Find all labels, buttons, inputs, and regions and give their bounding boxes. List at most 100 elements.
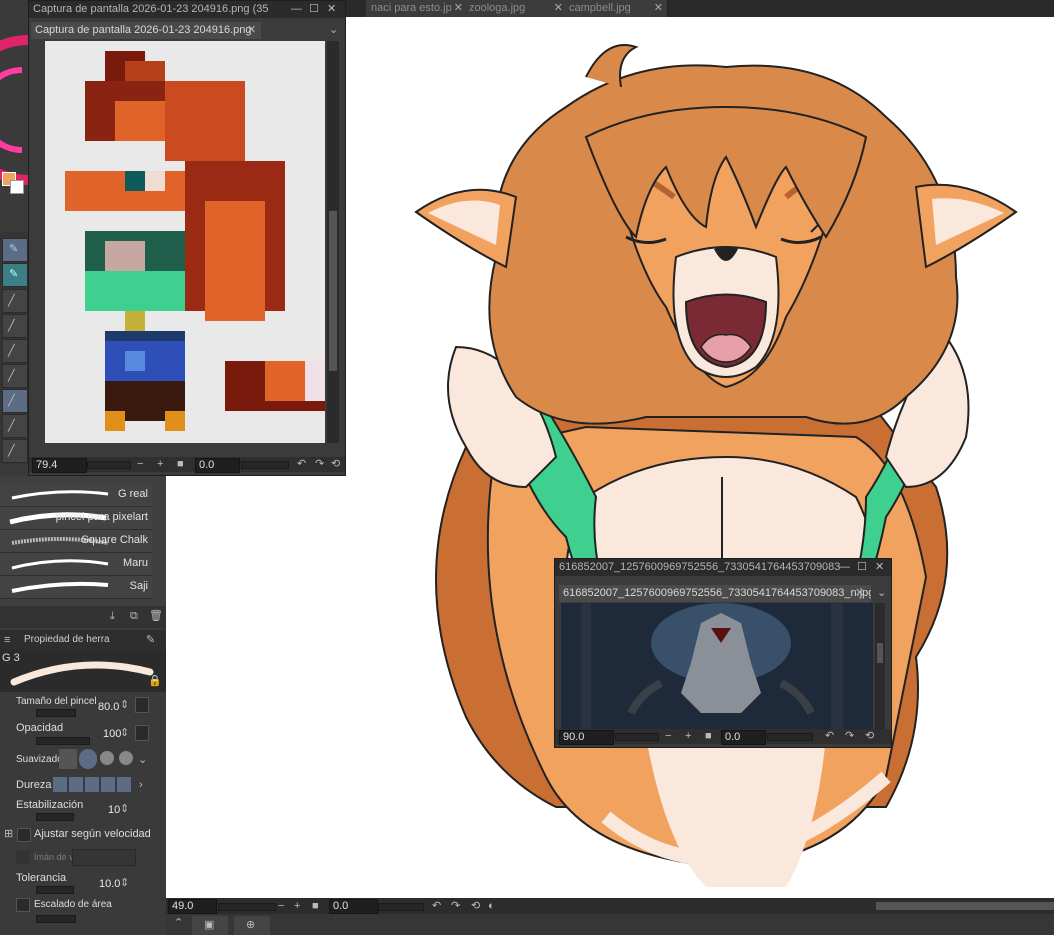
layer-button[interactable]: ▣ bbox=[192, 916, 228, 935]
zoom-in-icon[interactable]: + bbox=[294, 901, 300, 912]
subview-1-tab[interactable]: Captura de pantalla 2026-01-23 204916.pn… bbox=[31, 22, 261, 39]
area-scale-checkbox[interactable] bbox=[16, 898, 30, 912]
download-icon[interactable]: ⤓ bbox=[110, 611, 115, 622]
doc-tab-zoologa[interactable]: zoologa.jpg ✕ bbox=[464, 0, 568, 17]
brush-settings-icon[interactable]: ✎ bbox=[146, 635, 155, 646]
chevron-right-icon[interactable]: › bbox=[139, 780, 143, 791]
stabilization-slider[interactable] bbox=[36, 813, 74, 821]
rotate-right-icon[interactable]: ↷ bbox=[451, 901, 460, 912]
close-icon[interactable]: ✕ bbox=[875, 562, 884, 573]
smoothing-option-hard[interactable] bbox=[119, 751, 133, 765]
fit-icon[interactable]: ■ bbox=[177, 459, 184, 470]
reset-rotation-icon[interactable]: ⟲ bbox=[471, 901, 480, 912]
rotate-left-icon[interactable]: ↶ bbox=[432, 901, 441, 912]
chevron-down-icon[interactable]: ⌄ bbox=[329, 25, 338, 36]
chevron-down-icon[interactable]: ⌄ bbox=[877, 588, 886, 599]
chevron-down-icon[interactable]: ⌄ bbox=[138, 755, 147, 766]
stepper-icon[interactable]: ⇕ bbox=[120, 804, 129, 815]
subview-2-zoom[interactable]: 90.0 bbox=[559, 730, 614, 745]
stepper-icon[interactable]: ⇕ bbox=[120, 728, 129, 739]
brush-slot-4[interactable]: ╱ bbox=[2, 364, 28, 388]
menu-icon[interactable]: ≡ bbox=[4, 635, 10, 646]
reset-rotation-icon[interactable]: ⟲ bbox=[865, 731, 874, 742]
area-scale-slider[interactable] bbox=[36, 915, 76, 923]
scroll-thumb[interactable] bbox=[877, 643, 883, 663]
subview-2-zoom-slider[interactable] bbox=[615, 733, 659, 741]
brush-item-square-chalk[interactable]: Square Chalk bbox=[0, 530, 152, 553]
pressure-button[interactable] bbox=[135, 697, 149, 713]
smoothing-option-medium[interactable] bbox=[100, 751, 114, 765]
close-icon[interactable]: ✕ bbox=[247, 25, 256, 36]
minimize-icon[interactable]: — bbox=[291, 4, 302, 15]
marker-tool-button[interactable]: ✎ bbox=[2, 263, 28, 287]
close-icon[interactable]: ✕ bbox=[554, 0, 563, 17]
maximize-icon[interactable]: ☐ bbox=[857, 562, 867, 573]
canvas-angle-value[interactable]: 0.0 bbox=[329, 899, 378, 914]
opacity-pressure-button[interactable] bbox=[135, 725, 149, 741]
canvas-zoom-slider[interactable] bbox=[218, 903, 276, 911]
brush-item-g-real[interactable]: G real bbox=[0, 484, 152, 507]
stepper-icon[interactable]: ⇕ bbox=[120, 700, 129, 711]
color-wheel[interactable] bbox=[0, 30, 30, 190]
navigator-button[interactable]: ⊕ bbox=[234, 916, 270, 935]
smoothing-option-none[interactable] bbox=[59, 749, 77, 769]
subview-2-angle[interactable]: 0.0 bbox=[721, 730, 766, 745]
zoom-out-icon[interactable]: − bbox=[665, 731, 671, 742]
sub-color-swatch[interactable] bbox=[10, 180, 24, 194]
canvas-zoom-value[interactable]: 49.0 bbox=[168, 899, 217, 914]
minimize-icon[interactable]: — bbox=[839, 562, 850, 573]
opacity-slider[interactable] bbox=[36, 737, 90, 745]
stabilization-value[interactable]: 10 bbox=[108, 804, 120, 816]
close-icon[interactable]: ✕ bbox=[855, 588, 864, 599]
zoom-out-icon[interactable]: − bbox=[278, 901, 284, 912]
expand-plus-icon[interactable]: ⊞ bbox=[4, 829, 13, 840]
subview-1-angle[interactable]: 0.0 bbox=[195, 458, 240, 473]
chevron-up-icon[interactable]: ⌃ bbox=[174, 918, 183, 929]
close-icon[interactable]: ✕ bbox=[327, 4, 336, 15]
brush-slot-6[interactable]: ╱ bbox=[2, 414, 28, 438]
rotate-left-icon[interactable]: ↶ bbox=[297, 459, 306, 470]
brush-item-maru[interactable]: Maru bbox=[0, 553, 152, 576]
zoom-in-icon[interactable]: + bbox=[157, 459, 163, 470]
subview-1-angle-slider[interactable] bbox=[241, 461, 289, 469]
duplicate-icon[interactable]: ⧉ bbox=[130, 611, 138, 622]
fit-icon[interactable]: ■ bbox=[312, 901, 319, 912]
close-icon[interactable]: ✕ bbox=[454, 0, 463, 17]
brush-slot-2[interactable]: ╱ bbox=[2, 314, 28, 338]
hardness-selector[interactable] bbox=[53, 777, 133, 792]
tolerance-value[interactable]: 10.0 bbox=[99, 878, 120, 890]
canvas-angle-slider[interactable] bbox=[378, 903, 424, 911]
stepper-icon[interactable]: ⇕ bbox=[120, 878, 129, 889]
scroll-thumb[interactable] bbox=[329, 211, 337, 371]
brush-size-slider[interactable] bbox=[36, 709, 76, 717]
tolerance-slider[interactable] bbox=[36, 886, 74, 894]
fit-icon[interactable]: ■ bbox=[705, 731, 712, 742]
subview-2-angle-slider[interactable] bbox=[767, 733, 813, 741]
subview-2-scrollbar[interactable] bbox=[875, 603, 885, 729]
maximize-icon[interactable]: ☐ bbox=[309, 4, 319, 15]
pen-tool-button[interactable]: ✎ bbox=[2, 238, 28, 262]
brush-slot-7[interactable]: ╱ bbox=[2, 439, 28, 463]
horizontal-scrollbar[interactable] bbox=[876, 902, 1054, 910]
brush-slot-1[interactable]: ╱ bbox=[2, 289, 28, 313]
snap-checkbox[interactable] bbox=[16, 850, 30, 864]
subview-1-zoom-slider[interactable] bbox=[87, 461, 131, 469]
subview-1-scrollbar[interactable] bbox=[327, 41, 339, 443]
subview-1-zoom[interactable]: 79.4 bbox=[32, 458, 87, 473]
brush-item-saji[interactable]: Saji bbox=[0, 576, 152, 599]
doc-tab-campbell[interactable]: campbell.jpg ✕ bbox=[564, 0, 668, 17]
doc-tab-naci[interactable]: naci para esto.jp ✕ bbox=[366, 0, 468, 17]
zoom-out-icon[interactable]: − bbox=[137, 459, 143, 470]
snap-selector[interactable] bbox=[72, 849, 136, 866]
subview-2-tab[interactable]: 616852007_1257600969752556_7330541764453… bbox=[559, 585, 871, 602]
trash-icon[interactable]: 🗑 bbox=[149, 611, 163, 622]
opacity-value[interactable]: 100 bbox=[103, 728, 121, 740]
rotate-right-icon[interactable]: ↷ bbox=[315, 459, 324, 470]
brush-slot-3[interactable]: ╱ bbox=[2, 339, 28, 363]
rotate-left-icon[interactable]: ↶ bbox=[825, 731, 834, 742]
reset-rotation-icon[interactable]: ⟲ bbox=[331, 459, 340, 470]
flip-icon[interactable]: ◐ bbox=[488, 901, 495, 912]
brush-size-value[interactable]: 80.0 bbox=[98, 701, 119, 713]
zoom-in-icon[interactable]: + bbox=[685, 731, 691, 742]
brush-item-pixelart[interactable]: pincel para pixelart bbox=[0, 507, 152, 530]
